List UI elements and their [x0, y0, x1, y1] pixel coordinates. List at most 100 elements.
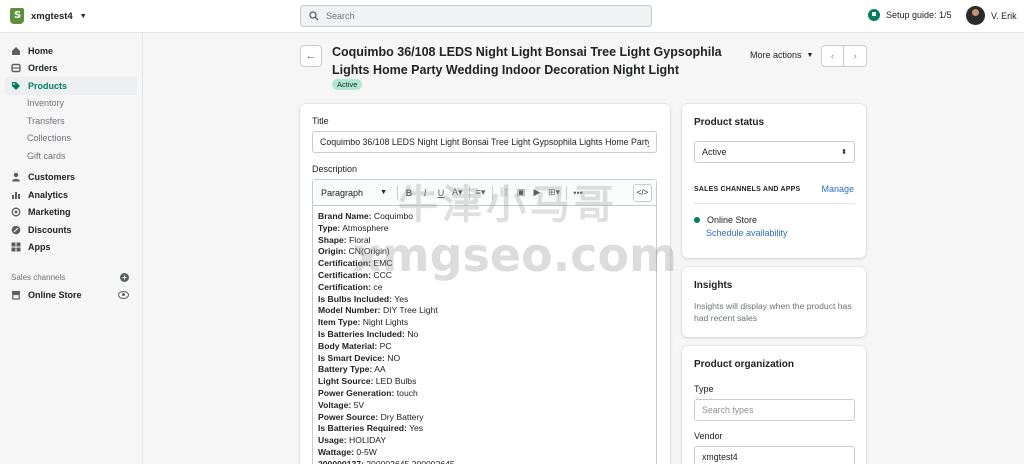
sidebar-item-discounts[interactable]: Discounts [0, 221, 142, 239]
title-input[interactable] [312, 131, 657, 153]
attribute-value: No [407, 328, 419, 339]
type-search-input[interactable] [694, 399, 855, 421]
back-button[interactable]: ← [300, 45, 322, 67]
attribute-name: Body Material: [318, 340, 378, 351]
sidebar-item-label: Customers [28, 172, 76, 183]
user-menu[interactable]: V. Erik [966, 6, 1017, 25]
attribute-value: touch [396, 387, 418, 398]
attribute-name: Origin: [318, 246, 347, 257]
setup-guide-button[interactable]: Setup guide: 1/5 [868, 9, 952, 21]
status-select[interactable]: Active ⬍ [694, 141, 855, 163]
sidebar-item-customers[interactable]: Customers [0, 169, 142, 187]
attribute-name: Is Batteries Included: [318, 328, 405, 339]
sidebar-item-marketing[interactable]: Marketing [0, 204, 142, 222]
caret-down-icon: ▼ [79, 12, 87, 20]
vendor-label: Vendor [694, 431, 723, 441]
attribute-name: Is Batteries Required: [318, 423, 407, 434]
organization-title: Product organization [694, 359, 794, 370]
channel-name: Online Store [707, 215, 758, 225]
add-channel-icon[interactable]: + [120, 273, 129, 282]
watermark-text: 牛津小马哥 [398, 182, 618, 228]
sidebar-subitem-inventory[interactable]: Inventory [0, 95, 142, 113]
sidebar-subitem-gift-cards[interactable]: Gift cards [0, 147, 142, 165]
sidebar-subitem-collections[interactable]: Collections [0, 130, 142, 148]
caret-down-icon: ▼ [806, 51, 814, 59]
channel-online-store: Online Store [694, 215, 854, 225]
manage-link[interactable]: Manage [821, 184, 854, 194]
description-line: Power Generation: touch [318, 388, 651, 400]
attribute-value: 0-5W [356, 446, 377, 457]
sales-channels-heading: SALES CHANNELS AND APPS [694, 185, 801, 193]
sidebar-item-online-store[interactable]: Online Store [0, 286, 142, 304]
status-select-value: Active [702, 147, 727, 157]
insights-card: Insights Insights will display when the … [682, 267, 866, 337]
attribute-name: Usage: [318, 435, 347, 446]
description-line: Light Source: LED Bulbs [318, 376, 651, 388]
apps-icon [11, 242, 21, 252]
attribute-name: Is Smart Device: [318, 352, 385, 363]
attribute-value: HOLIDAY [349, 435, 387, 446]
attribute-name: Type: [318, 222, 341, 233]
attribute-name: Brand Name: [318, 211, 372, 221]
description-line: Item Type: Night Lights [318, 317, 651, 329]
search-input[interactable] [326, 11, 626, 21]
description-line: Certification: ce [318, 282, 651, 294]
attribute-value: Yes [394, 293, 409, 304]
sidebar-item-label: Online Store [28, 289, 82, 300]
attribute-name: Power Source: [318, 411, 379, 422]
store-switcher[interactable]: xmgtest4 ▼ [10, 8, 87, 24]
select-arrows-icon: ⬍ [841, 149, 847, 156]
sidebar-item-analytics[interactable]: Analytics [0, 186, 142, 204]
bar-chart-icon [11, 190, 21, 200]
sidebar-item-label: Analytics [28, 189, 69, 200]
chevron-left-icon: ‹ [830, 50, 835, 62]
sidebar-item-orders[interactable]: Orders [0, 60, 142, 78]
description-line: Is Smart Device: NO [318, 353, 651, 365]
attribute-value: NO [387, 352, 401, 363]
sidebar-item-products[interactable]: Products [5, 77, 137, 95]
store-name: xmgtest4 [31, 10, 73, 22]
sidebar-item-apps[interactable]: Apps [0, 239, 142, 257]
description-line: Usage: HOLIDAY [318, 435, 651, 447]
sidebar-subitem-transfers[interactable]: Transfers [0, 112, 142, 130]
more-actions-button[interactable]: More actions ▼ [750, 50, 813, 60]
paragraph-format-label: Paragraph [321, 187, 364, 198]
status-dot-icon [694, 217, 700, 223]
type-label: Type [694, 384, 714, 394]
user-name: V. Erik [991, 10, 1017, 21]
attribute-value: Night Lights [362, 317, 409, 328]
watermark-url: xmgseo.com [352, 228, 677, 282]
eye-icon[interactable] [118, 290, 129, 299]
orders-icon [11, 63, 21, 73]
paragraph-format-select[interactable]: Paragraph ▼ [317, 188, 391, 198]
description-line: Wattage: 0-5W [318, 447, 651, 459]
sales-channels-row: SALES CHANNELS AND APPS Manage [694, 184, 854, 194]
show-html-button[interactable]: </> [633, 183, 652, 202]
attribute-name: Model Number: [318, 305, 381, 316]
attribute-value: PC [379, 340, 392, 351]
attribute-value: AA [374, 364, 386, 375]
product-status-title: Product status [694, 117, 765, 128]
previous-product-button[interactable]: ‹ [821, 45, 844, 67]
shopify-logo-icon [10, 8, 24, 24]
home-icon [11, 46, 21, 56]
description-line: 200000137: 200002645,200002645 [318, 459, 651, 464]
sidebar-item-home[interactable]: Home [0, 42, 142, 60]
attribute-name: Voltage: [318, 399, 352, 410]
schedule-availability-link[interactable]: Schedule availability [706, 228, 854, 238]
store-icon [11, 290, 21, 300]
caret-down-icon: ▼ [380, 189, 387, 196]
product-status-card: Product status Active ⬍ SALES CHANNELS A… [682, 104, 866, 258]
vendor-input[interactable] [694, 446, 855, 464]
insights-title: Insights [694, 280, 733, 291]
attribute-value: Yes [409, 423, 424, 434]
product-organization-card: Product organization Type Vendor [682, 346, 866, 464]
next-product-button[interactable]: › [844, 45, 867, 67]
sidebar-item-label: Discounts [28, 224, 72, 235]
sidebar-item-label: Orders [28, 63, 58, 74]
attribute-value: 200002645,200002645 [366, 458, 455, 464]
sidebar-item-label: Products [28, 80, 68, 91]
search-bar[interactable] [300, 5, 652, 27]
flag-icon [868, 9, 880, 21]
description-line: Is Bulbs Included: Yes [318, 294, 651, 306]
